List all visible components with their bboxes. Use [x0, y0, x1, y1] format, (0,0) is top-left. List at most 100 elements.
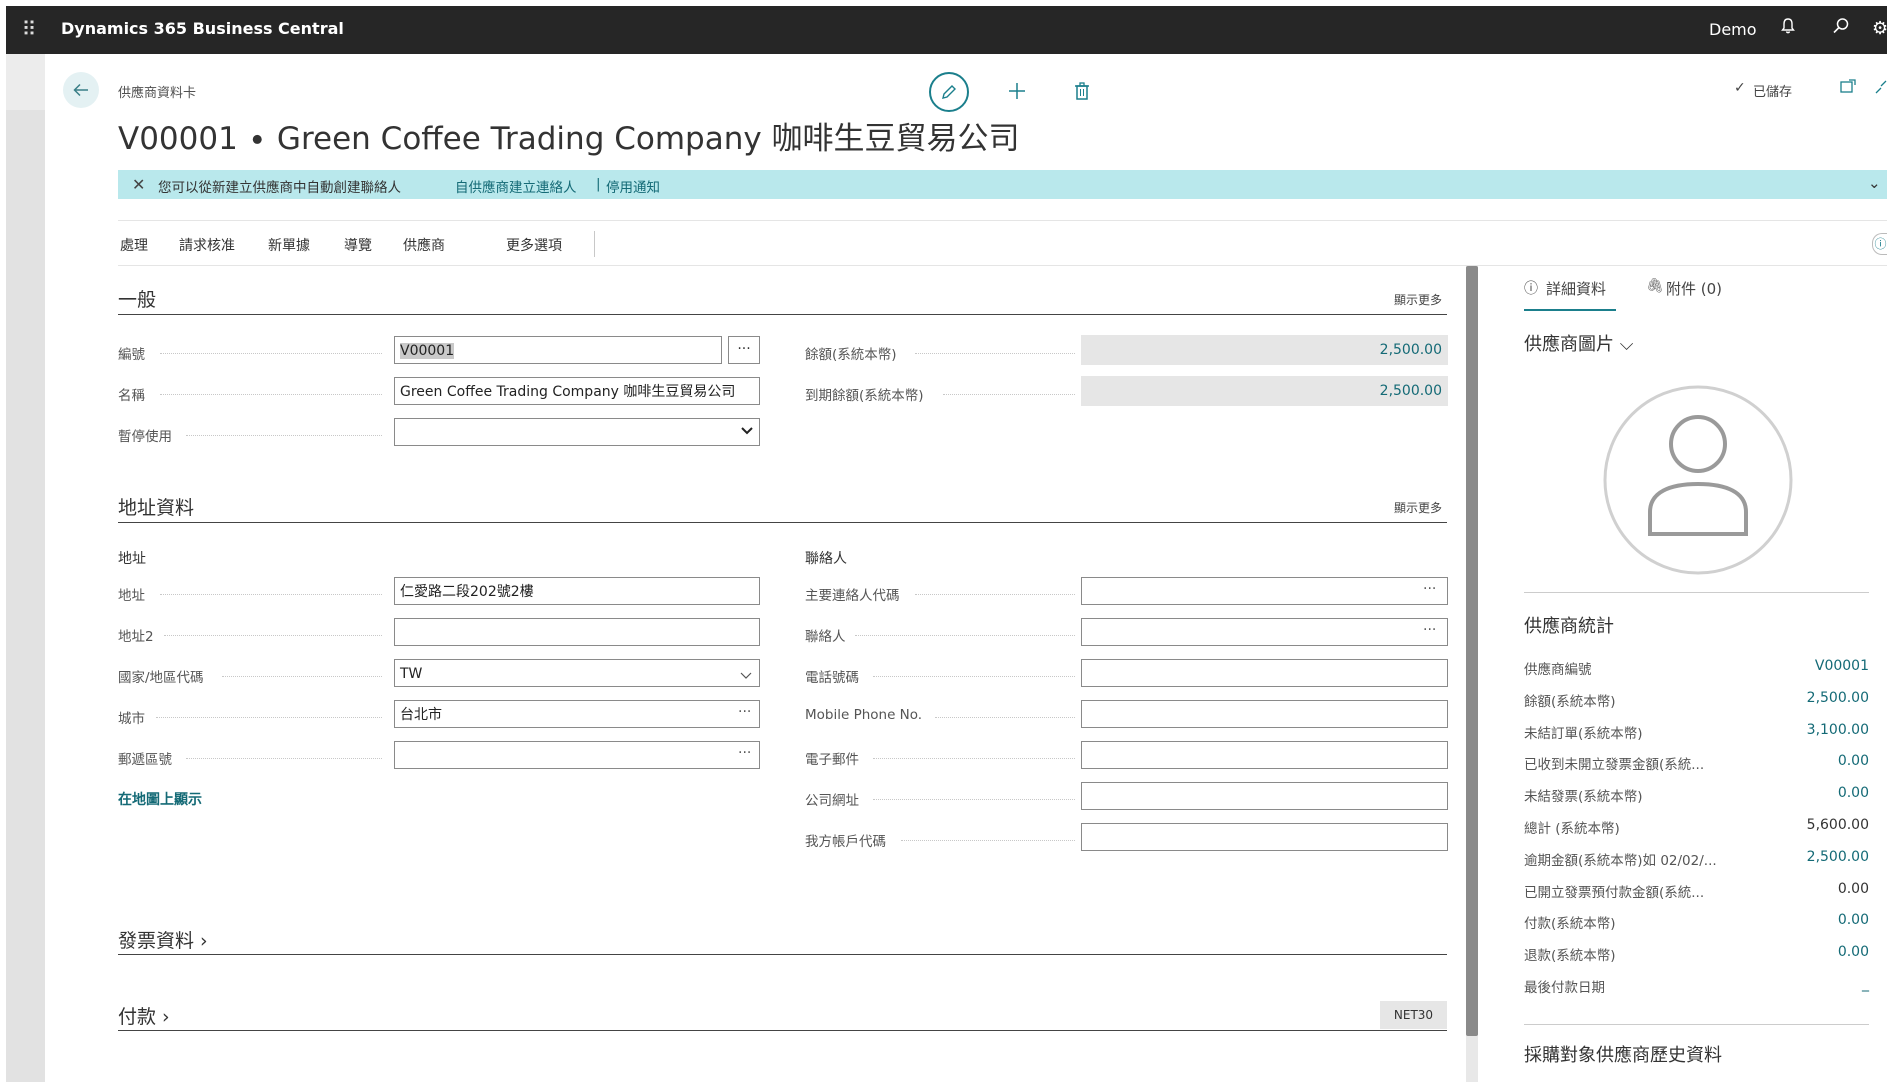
settings-icon[interactable]: ⚙: [1872, 17, 1887, 41]
dotted-leader: [901, 840, 1075, 841]
mobile-field[interactable]: [1081, 700, 1448, 728]
country-select[interactable]: TW: [394, 659, 760, 687]
statistics-value[interactable]: 2,500.00: [1807, 849, 1869, 865]
primary-contact-lookup-button[interactable]: ···: [1423, 581, 1436, 597]
tab-attachments[interactable]: 附件 (0): [1666, 278, 1722, 299]
statistics-value[interactable]: 0.00: [1838, 944, 1869, 960]
name-field[interactable]: Green Coffee Trading Company 咖啡生豆貿易公司: [394, 377, 760, 405]
balance-value[interactable]: 2,500.00: [1081, 335, 1448, 365]
back-button[interactable]: [63, 72, 99, 108]
scrollbar[interactable]: [1466, 266, 1478, 1036]
statistics-label: 已開立發票預付款金額(系統...: [1524, 884, 1705, 901]
action-new-document[interactable]: 新單據: [268, 235, 310, 255]
left-gutter: [6, 54, 45, 1082]
action-request-approval[interactable]: 請求核准: [179, 235, 235, 255]
balance-due-label: 到期餘額(系統本幣): [805, 388, 924, 404]
info-pane-toggle-icon[interactable]: ⓘ: [1872, 233, 1887, 255]
disable-notification-link[interactable]: 停用通知: [606, 176, 660, 196]
vendor-picture-title[interactable]: 供應商圖片 ⌵: [1524, 330, 1633, 356]
chevron-down-icon[interactable]: [740, 665, 752, 684]
statistics-value[interactable]: _: [1862, 976, 1869, 992]
avatar[interactable]: [1602, 384, 1794, 580]
contact-group-header: 聯絡人: [805, 551, 847, 567]
email-label: 電子郵件: [805, 752, 859, 768]
statistics-value[interactable]: 0.00: [1838, 912, 1869, 928]
purchase-history-title[interactable]: 採購對象供應商歷史資料: [1524, 1041, 1722, 1067]
show-on-map-link[interactable]: 在地圖上顯示: [118, 789, 202, 809]
bell-icon[interactable]: [1776, 17, 1800, 41]
company-name[interactable]: Demo: [1709, 20, 1757, 39]
payment-terms-badge: NET30: [1380, 1001, 1447, 1029]
homepage-field[interactable]: [1081, 782, 1448, 810]
address-show-more[interactable]: 顯示更多: [1394, 499, 1442, 516]
our-account-label: 我方帳戶代碼: [805, 834, 886, 850]
action-separator: [594, 231, 595, 257]
dotted-leader: [160, 594, 382, 595]
statistics-row: 餘額(系統本幣) 2,500.00: [1524, 690, 1869, 712]
city-field[interactable]: 台北市: [394, 700, 760, 728]
section-payments-title[interactable]: 付款 ›: [118, 1002, 170, 1029]
action-navigate[interactable]: 導覽: [344, 235, 372, 255]
contact-lookup-button[interactable]: ···: [1423, 622, 1436, 638]
email-field[interactable]: [1081, 741, 1448, 769]
no-label: 編號: [118, 347, 145, 363]
dotted-leader: [915, 594, 1075, 595]
info-icon: ⓘ: [1524, 281, 1538, 297]
blocked-select[interactable]: [394, 418, 760, 446]
app-launcher-icon[interactable]: ⠿: [16, 16, 42, 42]
statistics-row: 退款(系統本幣) 0.00: [1524, 944, 1869, 966]
statistics-row: 未結訂單(系統本幣) 3,100.00: [1524, 722, 1869, 744]
address-label: 地址: [118, 588, 145, 604]
address-group-header: 地址: [118, 551, 146, 567]
app-name[interactable]: Dynamics 365 Business Central: [61, 19, 344, 38]
address-field[interactable]: 仁愛路二段202號2樓: [394, 577, 760, 605]
statistics-value[interactable]: V00001: [1815, 658, 1869, 674]
postcode-lookup-button[interactable]: ···: [738, 745, 751, 761]
action-process[interactable]: 處理: [120, 235, 148, 255]
primary-contact-field[interactable]: [1081, 577, 1448, 605]
country-label: 國家/地區代碼: [118, 670, 204, 686]
our-account-field[interactable]: [1081, 823, 1448, 851]
dotted-leader: [156, 717, 382, 718]
statistics-value[interactable]: 0.00: [1838, 785, 1869, 801]
factbox-divider: [1524, 592, 1869, 593]
statistics-value[interactable]: 0.00: [1838, 753, 1869, 769]
city-lookup-button[interactable]: ···: [738, 704, 751, 720]
search-icon[interactable]: [1829, 17, 1853, 41]
chevron-down-icon[interactable]: [741, 423, 753, 439]
vendor-statistics-title[interactable]: 供應商統計: [1524, 612, 1614, 638]
no-field[interactable]: V00001: [394, 336, 722, 364]
open-new-window-icon[interactable]: [1840, 78, 1856, 97]
statistics-label: 退款(系統本幣): [1524, 948, 1616, 965]
checkmark-icon: ✓: [1734, 80, 1746, 96]
statistics-label: 最後付款日期: [1524, 980, 1605, 996]
action-more-options[interactable]: 更多選項: [506, 235, 562, 255]
chevron-down-icon[interactable]: ⌄: [1868, 174, 1881, 192]
action-bar: 處理 請求核准 新單據 導覽 供應商 更多選項 ⓘ: [118, 220, 1887, 266]
address2-field[interactable]: [394, 618, 760, 646]
action-vendor[interactable]: 供應商: [403, 235, 445, 255]
statistics-label: 餘額(系統本幣): [1524, 693, 1616, 710]
section-address-title[interactable]: 地址資料: [118, 493, 194, 520]
balance-due-value[interactable]: 2,500.00: [1081, 376, 1448, 406]
tab-details[interactable]: 詳細資料: [1546, 278, 1606, 299]
section-invoicing-title[interactable]: 發票資料 ›: [118, 926, 208, 953]
close-icon[interactable]: ✕: [132, 175, 145, 194]
general-show-more[interactable]: 顯示更多: [1394, 291, 1442, 308]
page-title: V00001 ∙ Green Coffee Trading Company 咖啡…: [118, 121, 1020, 157]
postcode-field[interactable]: [394, 741, 760, 769]
phone-field[interactable]: [1081, 659, 1448, 687]
statistics-label: 總計 (系統本幣): [1524, 821, 1620, 837]
delete-button[interactable]: [1063, 72, 1101, 110]
edit-button[interactable]: [929, 72, 969, 112]
statistics-value[interactable]: 2,500.00: [1807, 690, 1869, 706]
create-contact-link[interactable]: 自供應商建立連絡人: [455, 176, 577, 196]
no-ellipsis-button[interactable]: ···: [728, 336, 760, 364]
dotted-leader: [160, 353, 382, 354]
saved-status: 已儲存: [1753, 85, 1793, 100]
statistics-value[interactable]: 3,100.00: [1807, 722, 1869, 738]
section-general-title[interactable]: 一般: [118, 285, 156, 312]
collapse-icon[interactable]: [1875, 79, 1887, 98]
contact-field[interactable]: [1081, 618, 1448, 646]
new-button[interactable]: [998, 72, 1036, 110]
